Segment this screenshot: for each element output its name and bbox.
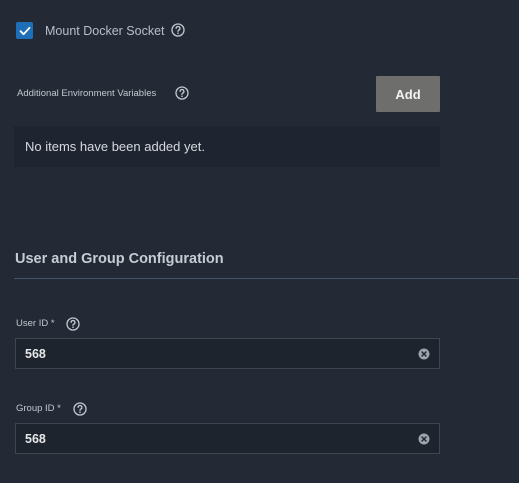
add-env-button[interactable]: Add [376,76,440,112]
group-id-help-icon[interactable] [73,402,87,416]
mount-docker-socket-label: Mount Docker Socket [45,24,165,38]
checkmark-icon [19,26,30,35]
empty-message: No items have been added yet. [25,139,205,154]
user-id-input[interactable] [25,346,418,361]
section-divider [14,278,519,279]
user-id-help-icon[interactable] [66,317,80,331]
group-id-input[interactable] [25,431,418,446]
user-id-field[interactable] [15,338,440,369]
user-id-clear-icon[interactable] [418,348,430,360]
additional-env-help-icon[interactable] [175,86,189,100]
mount-docker-socket-help-icon[interactable] [171,23,185,37]
group-id-label: Group ID * [16,403,61,414]
additional-env-label: Additional Environment Variables [17,88,157,99]
mount-docker-socket-checkbox[interactable] [16,22,33,39]
group-id-field[interactable] [15,423,440,454]
env-list-empty-state: No items have been added yet. [14,126,440,167]
group-id-clear-icon[interactable] [418,433,430,445]
user-id-label: User ID * [16,318,55,329]
section-title: User and Group Configuration [15,251,224,267]
